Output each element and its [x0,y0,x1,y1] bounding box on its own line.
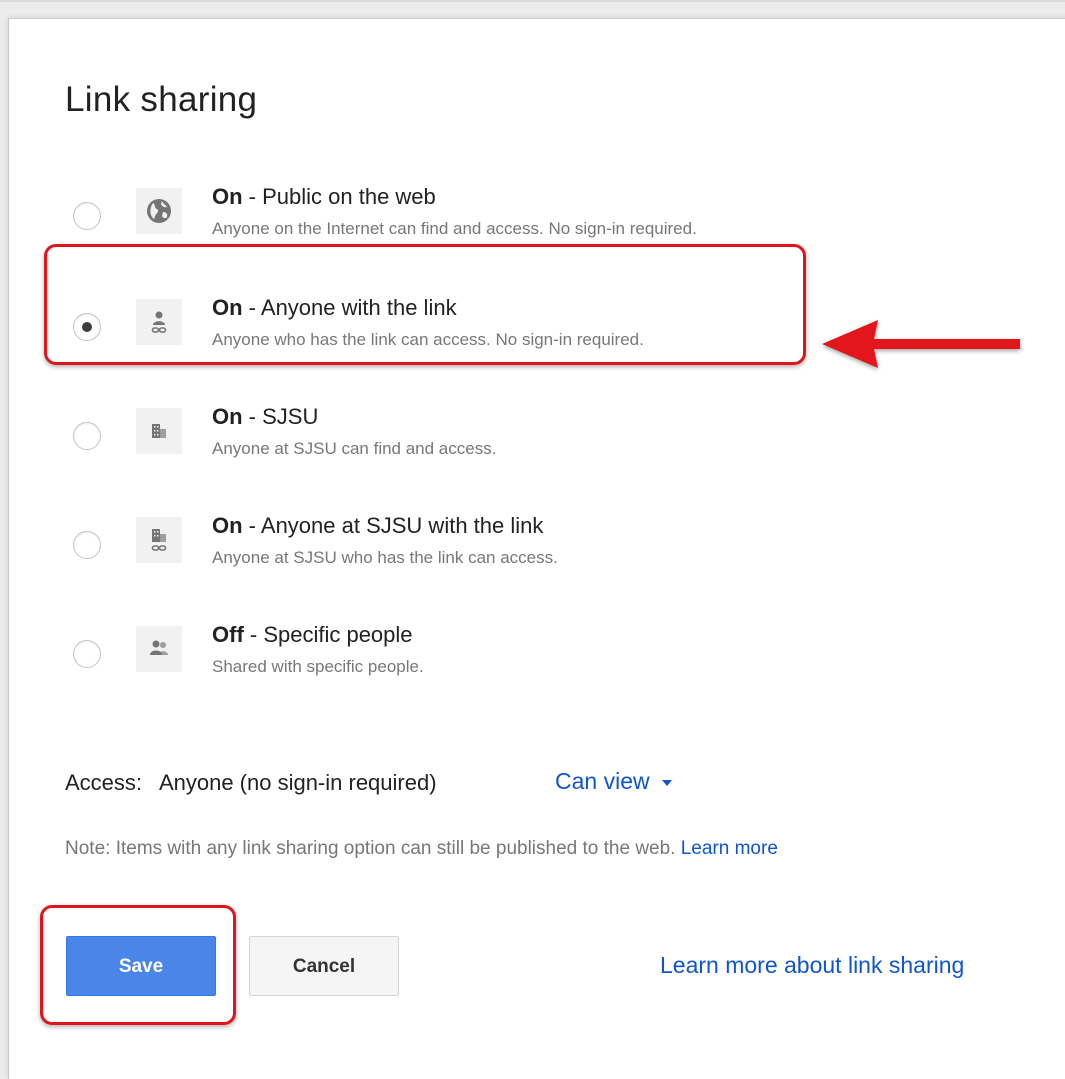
callout-arrow-icon [822,320,1020,368]
building-link-icon [136,517,182,563]
option-sjsu-with-link[interactable]: On - Anyone at SJSU with the link Anyone… [0,503,1000,593]
option-description: Anyone on the Internet can find and acce… [212,219,697,238]
people-icon [136,626,182,672]
selected-option-highlight [44,244,806,365]
caret-down-icon [661,779,672,786]
publish-note: Note: Items with any link sharing option… [65,838,778,860]
radio-public-on-web[interactable] [73,202,101,230]
globe-icon [136,188,182,234]
option-description: Anyone at SJSU can find and access. [212,439,497,458]
access-label: Access: [65,770,143,795]
option-sjsu[interactable]: On - SJSU Anyone at SJSU can find and ac… [0,394,1000,484]
learn-more-link[interactable]: Learn more [681,838,778,859]
option-label: On - Anyone at SJSU with the link [212,513,544,538]
option-specific-people[interactable]: Off - Specific people Shared with specif… [0,612,1000,702]
radio-sjsu[interactable] [73,422,101,450]
cancel-button[interactable]: Cancel [249,936,399,996]
dialog-title: Link sharing [65,80,258,119]
option-label: On - Public on the web [212,184,436,209]
option-description: Anyone at SJSU who has the link can acce… [212,548,558,567]
permission-dropdown[interactable]: Can view [555,768,672,795]
radio-specific-people[interactable] [73,640,101,668]
permission-label: Can view [555,768,650,794]
access-row: Access: Anyone (no sign-in required) [65,770,437,796]
top-divider [0,0,1065,2]
radio-sjsu-with-link[interactable] [73,531,101,559]
learn-more-about-link-sharing-link[interactable]: Learn more about link sharing [660,952,964,979]
note-text: Note: Items with any link sharing option… [65,838,681,859]
save-button-highlight [40,905,236,1025]
option-description: Shared with specific people. [212,657,424,676]
building-icon [136,408,182,454]
option-label: On - SJSU [212,404,319,429]
option-label: Off - Specific people [212,622,413,647]
access-value: Anyone (no sign-in required) [158,770,437,795]
